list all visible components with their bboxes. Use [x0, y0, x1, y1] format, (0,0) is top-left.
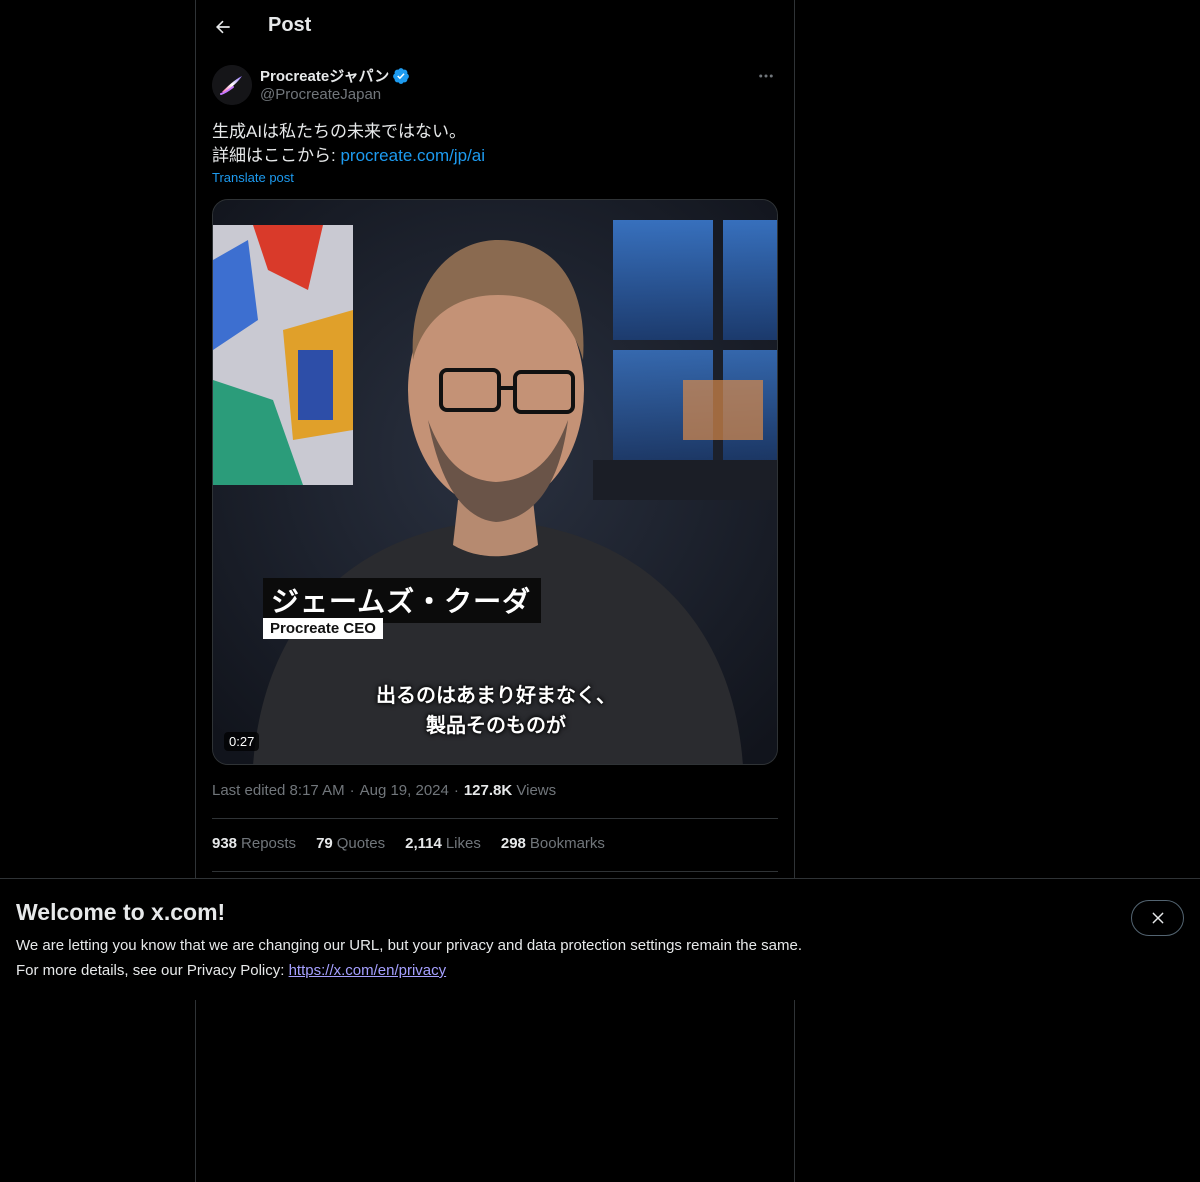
post-text-line-1: 生成AIは私たちの未来ではない。	[212, 122, 467, 141]
stat-label: Quotes	[336, 835, 386, 852]
views-count: 127.8K	[463, 782, 513, 799]
stat-label: Bookmarks	[529, 835, 605, 852]
author-handle[interactable]: @ProcreateJapan	[260, 86, 381, 103]
close-banner-button[interactable]	[1131, 900, 1184, 936]
stat-reposts[interactable]: 938 Reposts	[212, 835, 296, 852]
post-text-prefix: 詳細はここから:	[212, 146, 341, 165]
post-author: Procreateジャパン @ProcreateJapan	[212, 64, 778, 108]
video-player[interactable]: ジェームズ・クーダ Procreate CEO 出るのはあまり好まなく、 製品そ…	[212, 199, 778, 765]
page-title: Post	[268, 14, 312, 36]
post-metadata: Last edited 8:17 AM · Aug 19, 2024 · 127.8K …	[212, 782, 556, 799]
video-caption-name: ジェームズ・クーダ	[263, 578, 542, 623]
stat-likes[interactable]: 2,114 Likes	[405, 835, 481, 852]
stat-count: 298	[500, 835, 526, 852]
separator-dot: ·	[349, 782, 355, 799]
author-display-name[interactable]: Procreateジャパン	[260, 65, 410, 86]
privacy-policy-link[interactable]: https://x.com/en/privacy	[289, 962, 447, 979]
more-button[interactable]	[754, 64, 778, 88]
engagement-stats: 938 Reposts 79 Quotes 2,114 Likes 298 Bookma…	[212, 835, 605, 852]
back-button[interactable]	[208, 12, 238, 42]
banner-text-line-2: For more details, see our Privacy Policy…	[16, 962, 446, 979]
post-link[interactable]: procreate.com/jp/ai	[340, 146, 485, 165]
arrow-left-icon	[216, 20, 230, 34]
top-bar: Post	[196, 0, 794, 54]
avatar[interactable]	[212, 65, 252, 105]
video-caption-title: Procreate CEO	[263, 618, 383, 639]
procreate-logo-icon	[212, 65, 252, 105]
translate-post-link[interactable]: Translate post	[212, 170, 294, 185]
banner-text-prefix: For more details, see our Privacy Policy…	[16, 962, 289, 979]
welcome-banner: Welcome to x.com! We are letting you kno…	[0, 878, 1200, 1000]
video-subtitle-line-1: 出るのはあまり好まなく、	[376, 685, 616, 707]
video-subtitle-line-2: 製品そのものが	[426, 715, 566, 737]
views-label: Views	[516, 782, 557, 799]
stat-count: 79	[316, 835, 333, 852]
edited-time[interactable]: Last edited 8:17 AM	[212, 782, 345, 799]
video-duration-badge: 0:27	[224, 732, 260, 751]
stat-bookmarks[interactable]: 298 Bookmarks	[501, 835, 605, 852]
post-text: 生成AIは私たちの未来ではない。 詳細はここから: procreate.com/…	[212, 120, 778, 168]
post-text-line-2: 詳細はここから: procreate.com/jp/ai	[212, 144, 778, 168]
stat-label: Reposts	[241, 835, 297, 852]
banner-title: Welcome to x.com!	[16, 899, 226, 925]
banner-text-line-1: We are letting you know that we are chan…	[16, 937, 802, 954]
stat-count: 2,114	[405, 835, 442, 852]
verified-badge-icon	[393, 67, 410, 84]
stat-count: 938	[212, 835, 238, 852]
stat-quotes[interactable]: 79 Quotes	[316, 835, 385, 852]
display-name-text: Procreateジャパン	[260, 68, 390, 85]
post-date[interactable]: Aug 19, 2024	[360, 782, 449, 799]
divider	[212, 871, 778, 872]
post-column: Post Procreateジャパン @ProcreateJapan 生成AIは…	[195, 0, 795, 1182]
more-dots-icon	[759, 74, 773, 78]
separator-dot: ·	[453, 782, 459, 799]
close-icon	[1152, 912, 1163, 924]
stat-label: Likes	[445, 835, 481, 852]
divider	[212, 818, 778, 819]
